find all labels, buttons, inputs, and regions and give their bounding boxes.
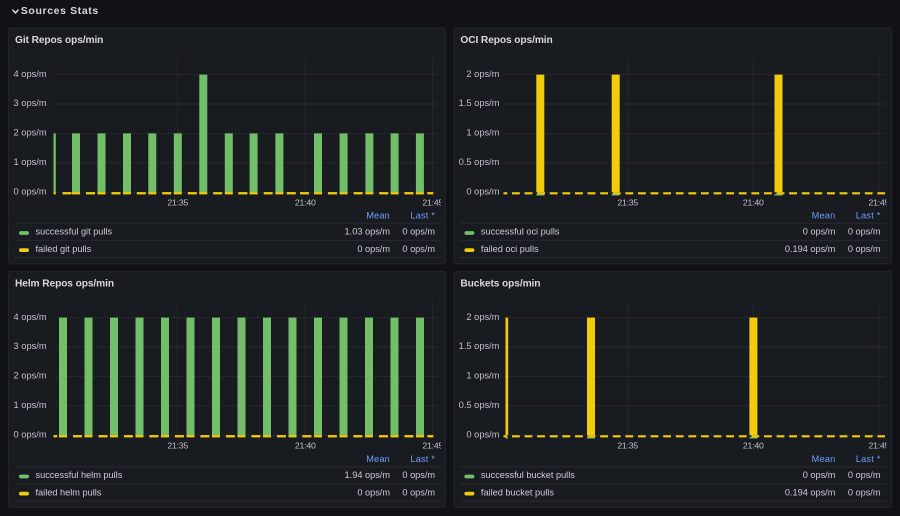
svg-text:Last *: Last *: [410, 454, 435, 464]
svg-text:2 ops/m: 2 ops/m: [14, 371, 47, 381]
svg-text:0 ops/m: 0 ops/m: [848, 227, 881, 237]
svg-text:0.5 ops/m: 0.5 ops/m: [459, 157, 500, 167]
svg-text:0 ops/m: 0 ops/m: [14, 186, 47, 196]
svg-text:Mean: Mean: [812, 211, 836, 221]
svg-text:0 ops/m: 0 ops/m: [466, 429, 499, 439]
svg-text:21:35: 21:35: [617, 198, 638, 208]
svg-text:1 ops/m: 1 ops/m: [14, 400, 47, 410]
svg-text:21:35: 21:35: [167, 198, 188, 208]
svg-text:21:40: 21:40: [295, 441, 316, 451]
svg-text:21:40: 21:40: [743, 198, 764, 208]
svg-text:0 ops/m: 0 ops/m: [402, 487, 435, 497]
svg-text:Last *: Last *: [856, 211, 881, 221]
svg-text:failed git pulls: failed git pulls: [36, 244, 92, 254]
svg-text:1 ops/m: 1 ops/m: [466, 128, 499, 138]
svg-text:0.194 ops/m: 0.194 ops/m: [785, 244, 836, 254]
svg-text:successful git pulls: successful git pulls: [36, 227, 113, 237]
svg-text:0 ops/m: 0 ops/m: [848, 470, 881, 480]
svg-text:21:35: 21:35: [617, 441, 638, 451]
svg-text:1 ops/m: 1 ops/m: [466, 371, 499, 381]
svg-text:0.194 ops/m: 0.194 ops/m: [785, 487, 836, 497]
svg-text:0 ops/m: 0 ops/m: [402, 227, 435, 237]
svg-text:0 ops/m: 0 ops/m: [402, 244, 435, 254]
svg-text:4 ops/m: 4 ops/m: [14, 312, 47, 322]
svg-text:Mean: Mean: [812, 454, 836, 464]
svg-text:successful bucket pulls: successful bucket pulls: [481, 470, 575, 480]
svg-text:Helm Repos ops/min: Helm Repos ops/min: [15, 279, 114, 290]
svg-text:Git Repos ops/min: Git Repos ops/min: [15, 35, 103, 46]
svg-text:2 ops/m: 2 ops/m: [14, 128, 47, 138]
svg-text:Last *: Last *: [856, 454, 881, 464]
svg-text:failed helm pulls: failed helm pulls: [36, 487, 102, 497]
svg-text:2 ops/m: 2 ops/m: [466, 312, 499, 322]
svg-text:21:45: 21:45: [422, 441, 443, 451]
svg-text:Mean: Mean: [366, 454, 390, 464]
svg-text:0 ops/m: 0 ops/m: [803, 227, 836, 237]
svg-text:Buckets ops/min: Buckets ops/min: [460, 279, 540, 290]
svg-text:3 ops/m: 3 ops/m: [14, 341, 47, 351]
svg-text:4 ops/m: 4 ops/m: [14, 69, 47, 79]
svg-text:1 ops/m: 1 ops/m: [14, 157, 47, 167]
svg-text:0 ops/m: 0 ops/m: [357, 244, 390, 254]
svg-text:0 ops/m: 0 ops/m: [803, 470, 836, 480]
svg-text:21:45: 21:45: [422, 198, 443, 208]
svg-text:OCI Repos ops/min: OCI Repos ops/min: [460, 35, 552, 46]
svg-text:0 ops/m: 0 ops/m: [402, 470, 435, 480]
svg-text:failed bucket pulls: failed bucket pulls: [481, 487, 554, 497]
svg-text:0 ops/m: 0 ops/m: [14, 429, 47, 439]
svg-text:successful helm pulls: successful helm pulls: [36, 470, 123, 480]
svg-text:1.5 ops/m: 1.5 ops/m: [459, 341, 500, 351]
svg-text:0.5 ops/m: 0.5 ops/m: [459, 400, 500, 410]
svg-text:0 ops/m: 0 ops/m: [848, 487, 881, 497]
svg-text:21:40: 21:40: [743, 441, 764, 451]
svg-text:2 ops/m: 2 ops/m: [466, 69, 499, 79]
svg-text:Mean: Mean: [366, 211, 390, 221]
svg-text:0 ops/m: 0 ops/m: [357, 487, 390, 497]
svg-text:1.94 ops/m: 1.94 ops/m: [345, 470, 391, 480]
svg-text:3 ops/m: 3 ops/m: [14, 98, 47, 108]
svg-text:Sources Stats: Sources Stats: [21, 5, 99, 17]
svg-text:Last *: Last *: [410, 211, 435, 221]
svg-text:21:35: 21:35: [167, 441, 188, 451]
svg-text:1.03 ops/m: 1.03 ops/m: [345, 227, 391, 237]
svg-text:0 ops/m: 0 ops/m: [848, 244, 881, 254]
svg-text:21:40: 21:40: [295, 198, 316, 208]
svg-text:failed oci pulls: failed oci pulls: [481, 244, 539, 254]
svg-text:0 ops/m: 0 ops/m: [466, 186, 499, 196]
svg-text:successful oci pulls: successful oci pulls: [481, 227, 560, 237]
svg-text:1.5 ops/m: 1.5 ops/m: [459, 98, 500, 108]
